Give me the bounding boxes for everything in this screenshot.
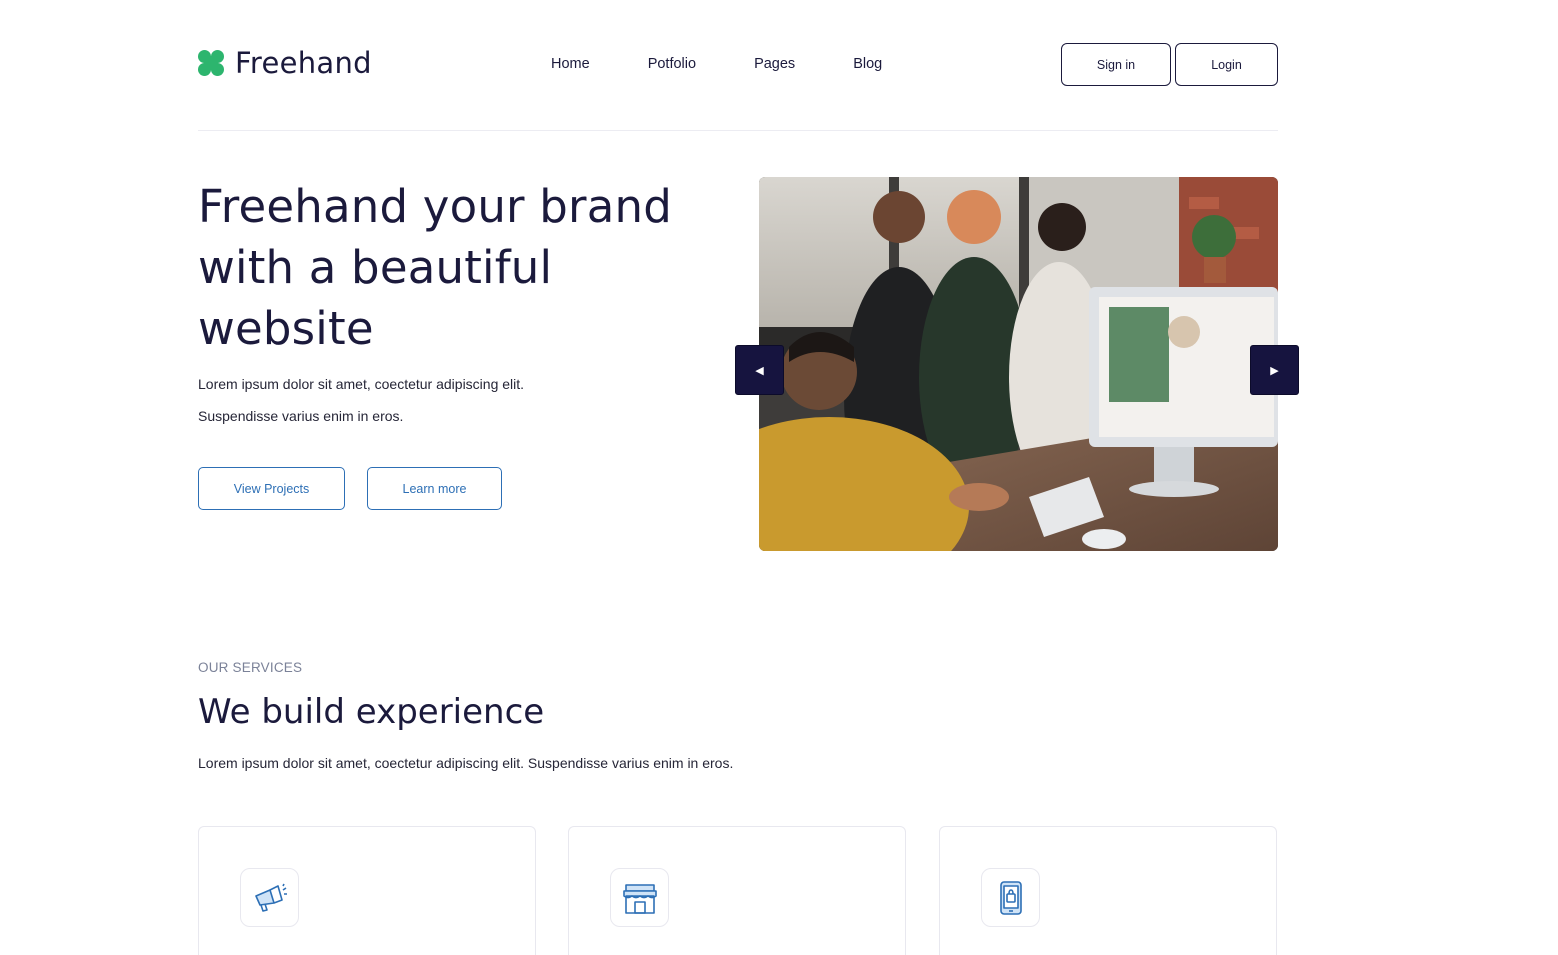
- services-text: Lorem ipsum dolor sit amet, coectetur ad…: [198, 755, 734, 771]
- login-button[interactable]: Login: [1175, 43, 1278, 86]
- service-card[interactable]: [939, 826, 1277, 955]
- sign-in-button[interactable]: Sign in: [1061, 43, 1171, 86]
- hero-title: Freehand your brand with a beautiful web…: [198, 180, 672, 355]
- hero-text-line-2: Suspendisse varius enim in eros.: [198, 408, 404, 424]
- nav-item-portfolio[interactable]: Potfolio: [648, 56, 696, 72]
- auth-buttons: Sign in Login: [1061, 43, 1278, 86]
- brand-logo[interactable]: Freehand: [198, 46, 372, 80]
- view-projects-button[interactable]: View Projects: [198, 467, 345, 510]
- service-card[interactable]: [568, 826, 906, 955]
- slider-next-button[interactable]: ▶: [1250, 345, 1299, 395]
- mobile-shopping-icon: [981, 868, 1040, 927]
- site-header: Freehand Home Potfolio Pages Blog Sign i…: [198, 0, 1278, 131]
- nav-item-blog[interactable]: Blog: [853, 56, 882, 72]
- services-title: We build experience: [198, 692, 545, 732]
- brand-name: Freehand: [235, 46, 372, 80]
- office-team-photo: [759, 177, 1278, 551]
- main-nav: Home Potfolio Pages Blog: [551, 56, 940, 72]
- hero-text-line-1: Lorem ipsum dolor sit amet, coectetur ad…: [198, 376, 525, 392]
- nav-item-pages[interactable]: Pages: [754, 56, 795, 72]
- service-card[interactable]: [198, 826, 536, 955]
- slider-prev-button[interactable]: ◀: [735, 345, 784, 395]
- hero-image-slider[interactable]: [759, 177, 1278, 551]
- nav-item-home[interactable]: Home: [551, 56, 590, 72]
- storefront-icon: [610, 868, 669, 927]
- clover-logo-icon: [198, 50, 224, 76]
- arrow-left-icon: ◀: [755, 364, 764, 377]
- services-eyebrow: OUR SERVICES: [198, 660, 303, 675]
- megaphone-icon: [240, 868, 299, 927]
- arrow-right-icon: ▶: [1270, 364, 1279, 377]
- learn-more-button[interactable]: Learn more: [367, 467, 502, 510]
